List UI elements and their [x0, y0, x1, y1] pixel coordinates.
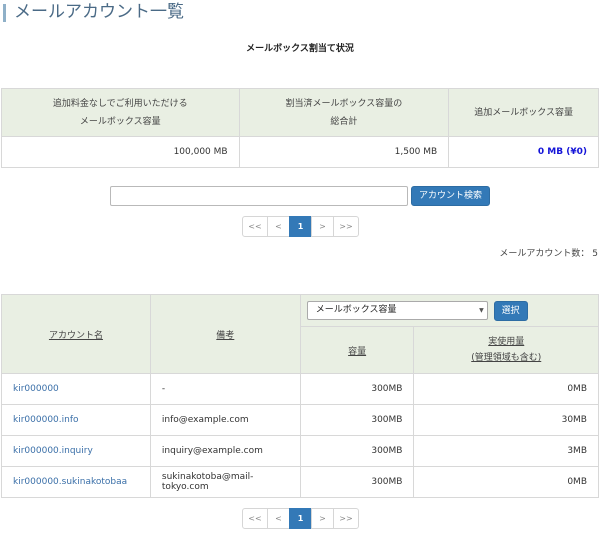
account-count: メールアカウント数： 5 [499, 249, 598, 259]
quota-value-allocated-total: 1,500 MB [238, 136, 450, 168]
quota-header-free-line2: メールボックス容量 [79, 116, 161, 127]
account-search-input[interactable] [110, 186, 408, 206]
account-name-cell: kir000000.sukinakotobaa [1, 466, 151, 498]
quota-header-allocated-line1: 割当済メールボックス容量の [285, 98, 403, 109]
title-accent-bar [3, 4, 6, 22]
table-row: kir000000.info info@example.com 300MB 30… [1, 404, 599, 436]
account-table: アカウント名 備考 メールボックス容量 ▼ 選択 容量 実使用量 (管理領域も含… [1, 294, 600, 498]
column-header-usage[interactable]: 実使用量 (管理領域も含む) [413, 326, 599, 374]
pagination-page-1[interactable]: 1 [289, 216, 312, 237]
quota-value-row: 100,000 MB 1,500 MB 0 MB (¥0) [1, 136, 599, 168]
account-name-cell: kir000000.inquiry [1, 435, 151, 467]
account-usage-cell: 30MB [413, 404, 599, 436]
account-link[interactable]: kir000000.sukinakotobaa [13, 477, 127, 487]
account-capacity-cell: 300MB [299, 435, 415, 467]
quota-header-allocated-line2: 総合計 [330, 116, 358, 127]
account-capacity-cell: 300MB [299, 466, 415, 498]
column-header-capacity[interactable]: 容量 [299, 326, 415, 374]
account-note-cell: - [149, 373, 301, 405]
quota-header-free-capacity: 追加料金なしでご利用いただける メールボックス容量 [1, 88, 240, 137]
pagination-next-button[interactable]: > [311, 508, 334, 529]
column-header-capacity-label[interactable]: 容量 [348, 347, 366, 357]
account-note-cell: info@example.com [149, 404, 301, 436]
column-header-usage-line1[interactable]: 実使用量 [488, 337, 524, 347]
quota-value-additional: 0 MB (¥0) [448, 136, 599, 168]
pagination-first-button[interactable]: << [242, 508, 268, 529]
mailbox-select-value: メールボックス容量 [315, 305, 397, 315]
account-link[interactable]: kir000000.info [13, 415, 79, 425]
pagination-prev-button[interactable]: < [267, 508, 290, 529]
page-title: メールアカウント一覧 [14, 2, 184, 22]
mailbox-capacity-select[interactable]: メールボックス容量 ▼ [306, 301, 488, 320]
quota-header-allocated-total: 割当済メールボックス容量の 総合計 [238, 88, 450, 137]
column-header-note-label[interactable]: 備考 [216, 331, 234, 341]
quota-header-row: 追加料金なしでご利用いただける メールボックス容量 割当済メールボックス容量の … [1, 88, 599, 137]
quota-header-free-line1: 追加料金なしでご利用いただける [52, 98, 188, 109]
select-button[interactable]: 選択 [493, 300, 528, 321]
account-note-cell: sukinakotoba@mail-tokyo.com [149, 466, 301, 498]
account-name-cell: kir000000 [1, 373, 151, 405]
quota-heading: メールボックス割当て状況 [246, 44, 354, 54]
account-capacity-cell: 300MB [299, 373, 415, 405]
column-header-note[interactable]: 備考 [149, 294, 301, 374]
pagination-last-button[interactable]: >> [333, 508, 359, 529]
pagination-last-button[interactable]: >> [333, 216, 359, 237]
account-note-cell: inquiry@example.com [149, 435, 301, 467]
account-usage-cell: 0MB [413, 466, 599, 498]
column-header-account-label[interactable]: アカウント名 [49, 331, 103, 341]
account-usage-cell: 0MB [413, 373, 599, 405]
pagination-next-button[interactable]: > [311, 216, 334, 237]
quota-header-additional: 追加メールボックス容量 [448, 88, 599, 137]
account-capacity-cell: 300MB [299, 404, 415, 436]
account-usage-cell: 3MB [413, 435, 599, 467]
account-link[interactable]: kir000000.inquiry [13, 446, 93, 456]
page-header: メールアカウント一覧 [0, 0, 600, 26]
account-search-button[interactable]: アカウント検索 [411, 186, 490, 206]
pagination-bottom: << < 1 > >> [242, 508, 359, 529]
column-header-account[interactable]: アカウント名 [1, 294, 151, 374]
pagination-page-1[interactable]: 1 [289, 508, 312, 529]
table-row: kir000000.sukinakotobaa sukinakotoba@mai… [1, 466, 599, 498]
table-row: kir000000 - 300MB 0MB [1, 373, 599, 405]
mailbox-select-cell: メールボックス容量 ▼ 選択 [299, 294, 600, 327]
account-header-row-1: アカウント名 備考 メールボックス容量 ▼ 選択 [1, 294, 600, 374]
pagination-first-button[interactable]: << [242, 216, 268, 237]
pagination-top: << < 1 > >> [242, 216, 359, 237]
dropdown-arrow-icon: ▼ [479, 307, 484, 314]
quota-value-free-capacity: 100,000 MB [1, 136, 240, 168]
table-row: kir000000.inquiry inquiry@example.com 30… [1, 435, 599, 467]
account-link[interactable]: kir000000 [13, 384, 59, 394]
quota-table: 追加料金なしでご利用いただける メールボックス容量 割当済メールボックス容量の … [1, 88, 599, 168]
pagination-prev-button[interactable]: < [267, 216, 290, 237]
column-header-usage-line2[interactable]: (管理領域も含む) [471, 353, 541, 363]
account-name-cell: kir000000.info [1, 404, 151, 436]
